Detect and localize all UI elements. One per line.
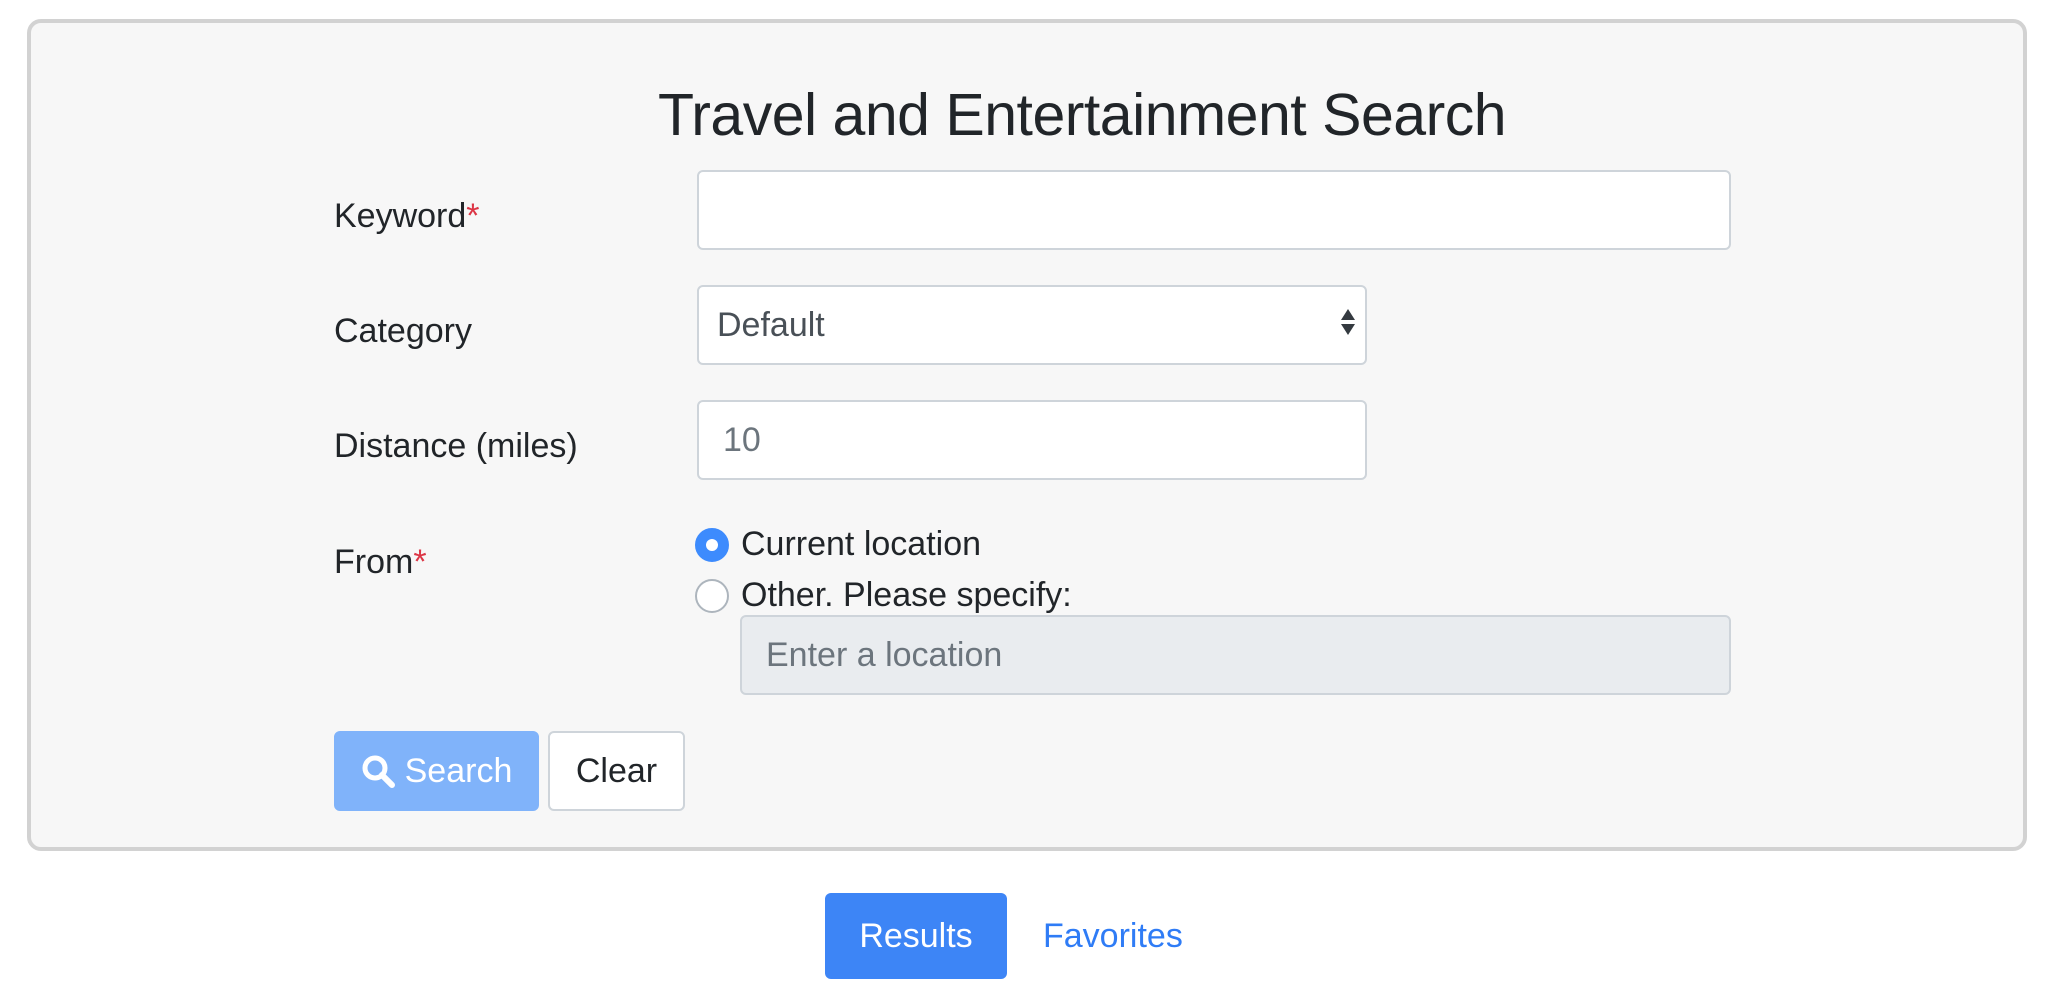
required-mark: * bbox=[413, 543, 427, 581]
category-selected-value: Default bbox=[717, 305, 825, 344]
distance-input[interactable] bbox=[697, 400, 1367, 480]
radio-other-location[interactable]: Other. Please specify: bbox=[695, 576, 1072, 615]
from-label: From* bbox=[334, 545, 427, 579]
search-button[interactable]: Search bbox=[334, 731, 539, 811]
tab-results[interactable]: Results bbox=[825, 893, 1007, 979]
distance-label: Distance (miles) bbox=[334, 427, 578, 465]
radio-current-location[interactable]: Current location bbox=[695, 525, 981, 564]
radio-button-checked[interactable] bbox=[695, 527, 729, 562]
from-label-text: From bbox=[334, 543, 414, 581]
search-icon bbox=[362, 755, 395, 788]
search-button-label: Search bbox=[404, 751, 513, 790]
category-select[interactable]: Default bbox=[697, 285, 1367, 365]
radio-current-label: Current location bbox=[741, 525, 982, 563]
location-input[interactable] bbox=[740, 615, 1731, 695]
keyword-label-text: Keyword bbox=[334, 197, 467, 235]
page-title: Travel and Entertainment Search bbox=[657, 82, 1507, 148]
results-nav: Results Favorites bbox=[825, 893, 1183, 979]
search-form-panel: Travel and Entertainment Search Keyword*… bbox=[27, 19, 2027, 851]
radio-button-unchecked[interactable] bbox=[695, 578, 729, 613]
keyword-label: Keyword* bbox=[334, 199, 480, 233]
keyword-input[interactable] bbox=[697, 170, 1731, 250]
tab-favorites[interactable]: Favorites bbox=[1043, 917, 1183, 956]
radio-other-label: Other. Please specify: bbox=[741, 576, 1072, 614]
category-label: Category bbox=[334, 312, 472, 350]
clear-button[interactable]: Clear bbox=[548, 731, 685, 811]
select-arrows-icon bbox=[1341, 309, 1355, 335]
required-mark: * bbox=[466, 197, 480, 235]
